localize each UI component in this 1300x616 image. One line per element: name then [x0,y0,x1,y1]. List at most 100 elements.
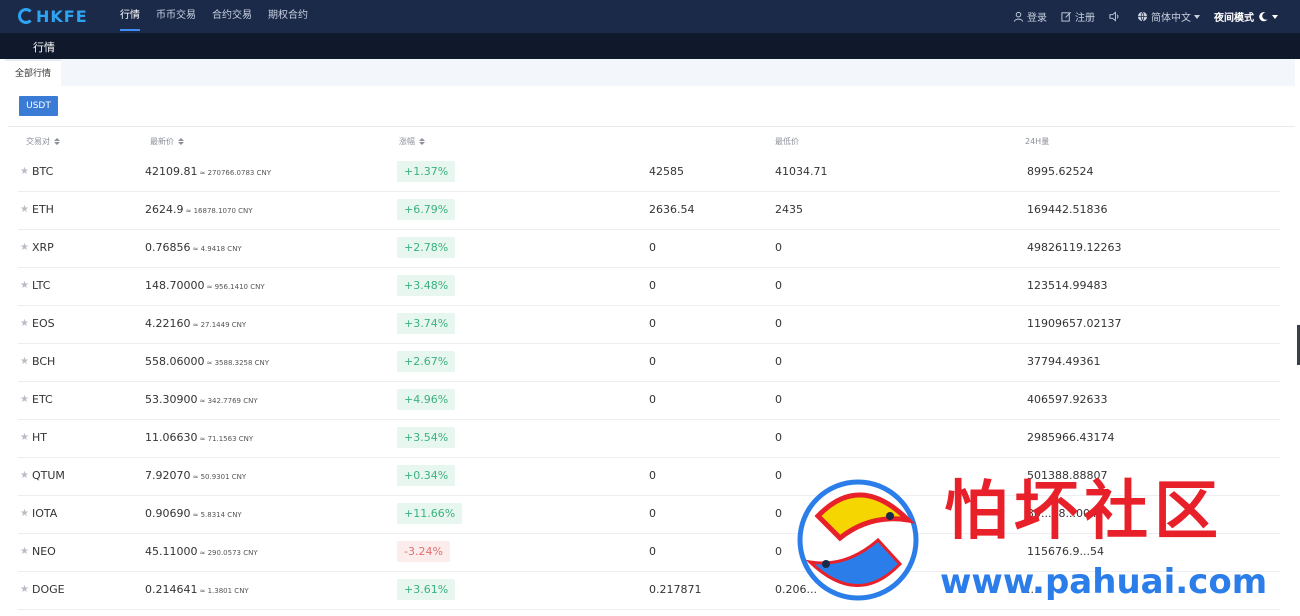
globe-icon [1137,11,1148,22]
pair-name: DOGE [32,583,65,596]
pair-name: ETH [32,203,54,216]
high-value: 0 [649,469,656,482]
language-select[interactable]: 简体中文 [1137,9,1200,24]
night-mode-label: 夜间模式 [1214,13,1254,24]
header-change[interactable]: 涨幅 [399,136,425,147]
low-value: 0 [775,545,782,558]
volume-value: 115676.9...54 [1027,545,1104,558]
star-icon[interactable]: ★ [20,357,30,367]
price-value: 53.30900 [145,393,198,406]
tab-all-markets[interactable]: 全部行情 [5,59,62,86]
price-value: 0.76856 [145,241,191,254]
logo[interactable]: HKFE [18,7,88,26]
header-price[interactable]: 最新价 [150,136,184,147]
change-badge: +3.61% [397,579,456,600]
sort-icon [54,138,60,145]
cny-value: ≈ 1.3801 CNY [199,587,249,595]
cny-value: ≈ 16878.1070 CNY [185,207,253,215]
star-icon[interactable]: ★ [20,547,30,557]
pair-name: IOTA [32,507,58,520]
table-row[interactable]: ★ BCH 558.06000 ≈ 3588.3258 CNY +2.67% 0 … [18,344,1280,382]
table-row[interactable]: ★ QTUM 7.92070 ≈ 50.9301 CNY +0.34% 0 0 5… [18,458,1280,496]
pair-name: NEO [32,545,56,558]
market-tabs: 全部行情 [5,59,1295,86]
star-icon[interactable]: ★ [20,281,30,291]
last-price: 148.70000 ≈ 956.1410 CNY [145,268,265,306]
last-price: 45.11000 ≈ 290.0573 CNY [145,534,258,572]
last-price: 558.06000 ≈ 3588.3258 CNY [145,344,269,382]
low-value: 0 [775,241,782,254]
sound-toggle[interactable] [1109,11,1123,22]
table-row[interactable]: ★ ETH 2624.9 ≈ 16878.1070 CNY +6.79% 2636… [18,192,1280,230]
star-icon[interactable]: ★ [20,243,30,253]
volume-value: 30...88...004 [1027,507,1097,520]
volume-value: 501388.88807 [1027,469,1108,482]
volume-value: 37794.49361 [1027,355,1101,368]
low-value: 41034.71 [775,165,828,178]
table-row[interactable]: ★ BTC 42109.81 ≈ 270766.0783 CNY +1.37% 4… [18,154,1280,192]
edit-icon [1061,12,1071,22]
change-badge: -3.24% [397,541,450,562]
chevron-down-icon [1194,14,1200,19]
table-row[interactable]: ★ NEO 45.11000 ≈ 290.0573 CNY -3.24% 0 0 … [18,534,1280,572]
user-icon [1013,11,1024,22]
table-row[interactable]: ★ EOS 4.22160 ≈ 27.1449 CNY +3.74% 0 0 11… [18,306,1280,344]
high-value: 0 [649,279,656,292]
nav-spot-trading[interactable]: 币币交易 [156,0,196,33]
star-icon[interactable]: ★ [20,433,30,443]
volume-value: 123514.99483 [1027,279,1108,292]
star-icon[interactable]: ★ [20,319,30,329]
change-badge: +1.37% [397,161,456,182]
star-icon[interactable]: ★ [20,205,30,215]
low-value: 0 [775,355,782,368]
top-navbar: HKFE 行情 币币交易 合约交易 期权合约 登录 注册 简体中文 夜间模式 [0,0,1300,33]
change-badge: +11.66% [397,503,463,524]
change-badge: +3.48% [397,275,456,296]
table-row[interactable]: ★ ETC 53.30900 ≈ 342.7769 CNY +4.96% 0 0 … [18,382,1280,420]
star-icon[interactable]: ★ [20,471,30,481]
sort-icon [178,138,184,145]
usdt-filter-button[interactable]: USDT [19,96,58,116]
star-icon[interactable]: ★ [20,585,30,595]
login-label: 登录 [1027,13,1047,24]
logo-ring-icon [18,8,34,24]
register-label: 注册 [1075,13,1095,24]
low-value: 0 [775,469,782,482]
star-icon[interactable]: ★ [20,509,30,519]
last-price: 0.214641 ≈ 1.3801 CNY [145,572,249,610]
table-row[interactable]: ★ LTC 148.70000 ≈ 956.1410 CNY +3.48% 0 0… [18,268,1280,306]
high-value: 0.217871 [649,583,702,596]
table-row[interactable]: ★ HT 11.06630 ≈ 71.1563 CNY +3.54% 0 2985… [18,420,1280,458]
header-pair[interactable]: 交易对 [26,136,60,147]
nav-contract-trading[interactable]: 合约交易 [212,0,252,33]
price-value: 148.70000 [145,279,205,292]
cny-value: ≈ 290.0573 CNY [199,549,258,557]
volume-value: 11909657.02137 [1027,317,1122,330]
login-link[interactable]: 登录 [1013,9,1047,24]
chevron-down-icon [1272,14,1278,19]
high-value: 42585 [649,165,684,178]
speaker-icon [1109,11,1119,22]
cny-value: ≈ 5.8314 CNY [192,511,242,519]
star-icon[interactable]: ★ [20,395,30,405]
nav-market[interactable]: 行情 [120,0,140,33]
price-value: 558.06000 [145,355,205,368]
page-title: 行情 [33,41,55,54]
register-link[interactable]: 注册 [1061,9,1095,24]
star-icon[interactable]: ★ [20,167,30,177]
table-row[interactable]: ★ XRP 0.76856 ≈ 4.9418 CNY +2.78% 0 0 498… [18,230,1280,268]
cny-value: ≈ 342.7769 CNY [199,397,258,405]
nav-options-contract[interactable]: 期权合约 [268,0,308,33]
night-mode-toggle[interactable]: 夜间模式 [1214,9,1278,24]
pair-name: BTC [32,165,54,178]
pair-name: EOS [32,317,55,330]
last-price: 53.30900 ≈ 342.7769 CNY [145,382,258,420]
price-value: 2624.9 [145,203,184,216]
change-badge: +3.74% [397,313,456,334]
header-price-label: 最新价 [150,137,174,146]
divider [8,126,1295,127]
last-price: 42109.81 ≈ 270766.0783 CNY [145,154,271,192]
table-row[interactable]: ★ IOTA 0.90690 ≈ 5.8314 CNY +11.66% 0 0 3… [18,496,1280,534]
change-badge: +4.96% [397,389,456,410]
table-row[interactable]: ★ DOGE 0.214641 ≈ 1.3801 CNY +3.61% 0.217… [18,572,1280,610]
